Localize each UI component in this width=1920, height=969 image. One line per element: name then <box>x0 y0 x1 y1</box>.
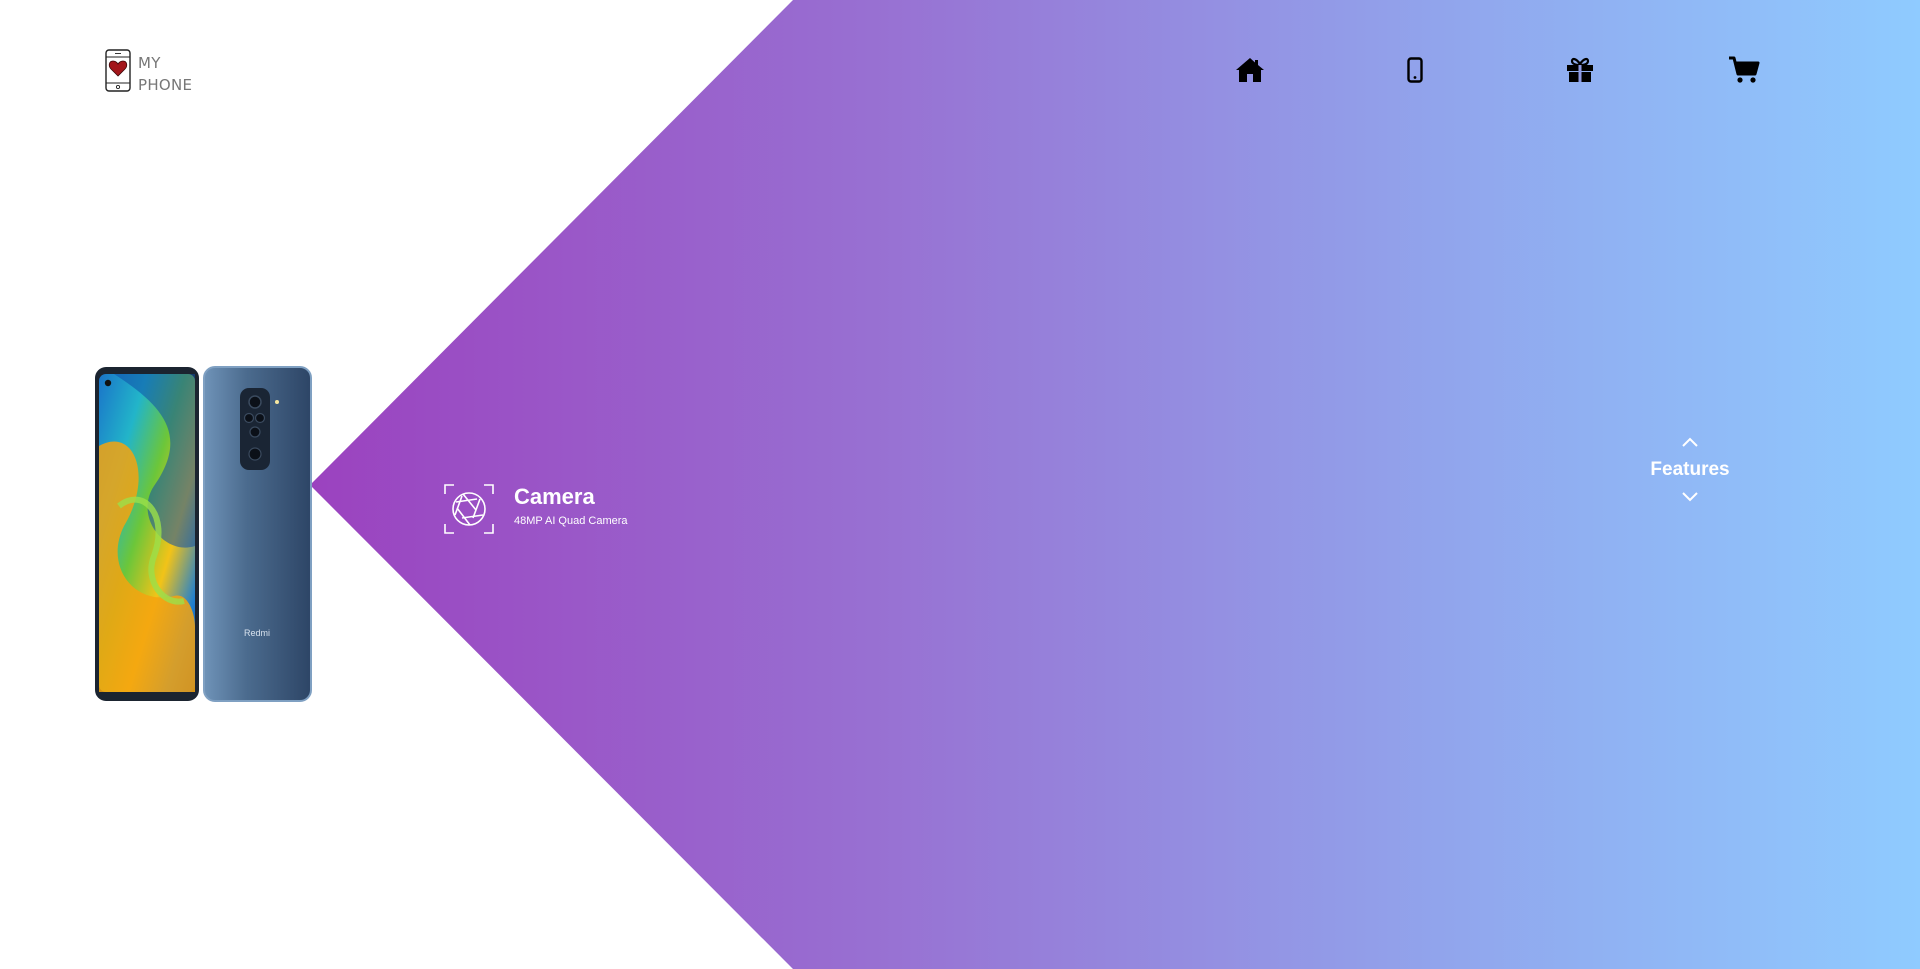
mobile-phone-icon <box>1407 57 1423 83</box>
features-switcher: Features <box>1640 436 1740 503</box>
nav-cart[interactable] <box>1727 54 1761 86</box>
nav-phones[interactable] <box>1398 54 1432 86</box>
phone-brand-mark: Redmi <box>244 628 270 638</box>
camera-aperture-icon <box>444 484 494 534</box>
shopping-cart-icon <box>1729 56 1760 83</box>
home-icon <box>1236 58 1264 82</box>
logo-text: MY PHONE <box>138 52 192 96</box>
logo-line-1: MY <box>138 54 161 72</box>
product-phones-image: Redmi <box>95 366 312 702</box>
features-label: Features <box>1650 459 1730 480</box>
nav-gifts[interactable] <box>1563 54 1597 86</box>
phone-heart-icon <box>105 49 131 92</box>
nav-home[interactable] <box>1233 54 1267 86</box>
logo-line-2: PHONE <box>138 76 193 94</box>
logo[interactable]: MY PHONE <box>104 49 192 96</box>
chevron-up-icon[interactable] <box>1681 436 1699 448</box>
feature-block: Camera 48MP AI Quad Camera <box>444 484 628 534</box>
chevron-down-icon[interactable] <box>1681 491 1699 503</box>
feature-subtitle: 48MP AI Quad Camera <box>514 515 628 527</box>
gift-icon <box>1567 57 1593 82</box>
page: MY PHONE Redmi Camera 48MP AI Quad Camer… <box>0 0 1920 969</box>
feature-title: Camera <box>514 484 595 509</box>
